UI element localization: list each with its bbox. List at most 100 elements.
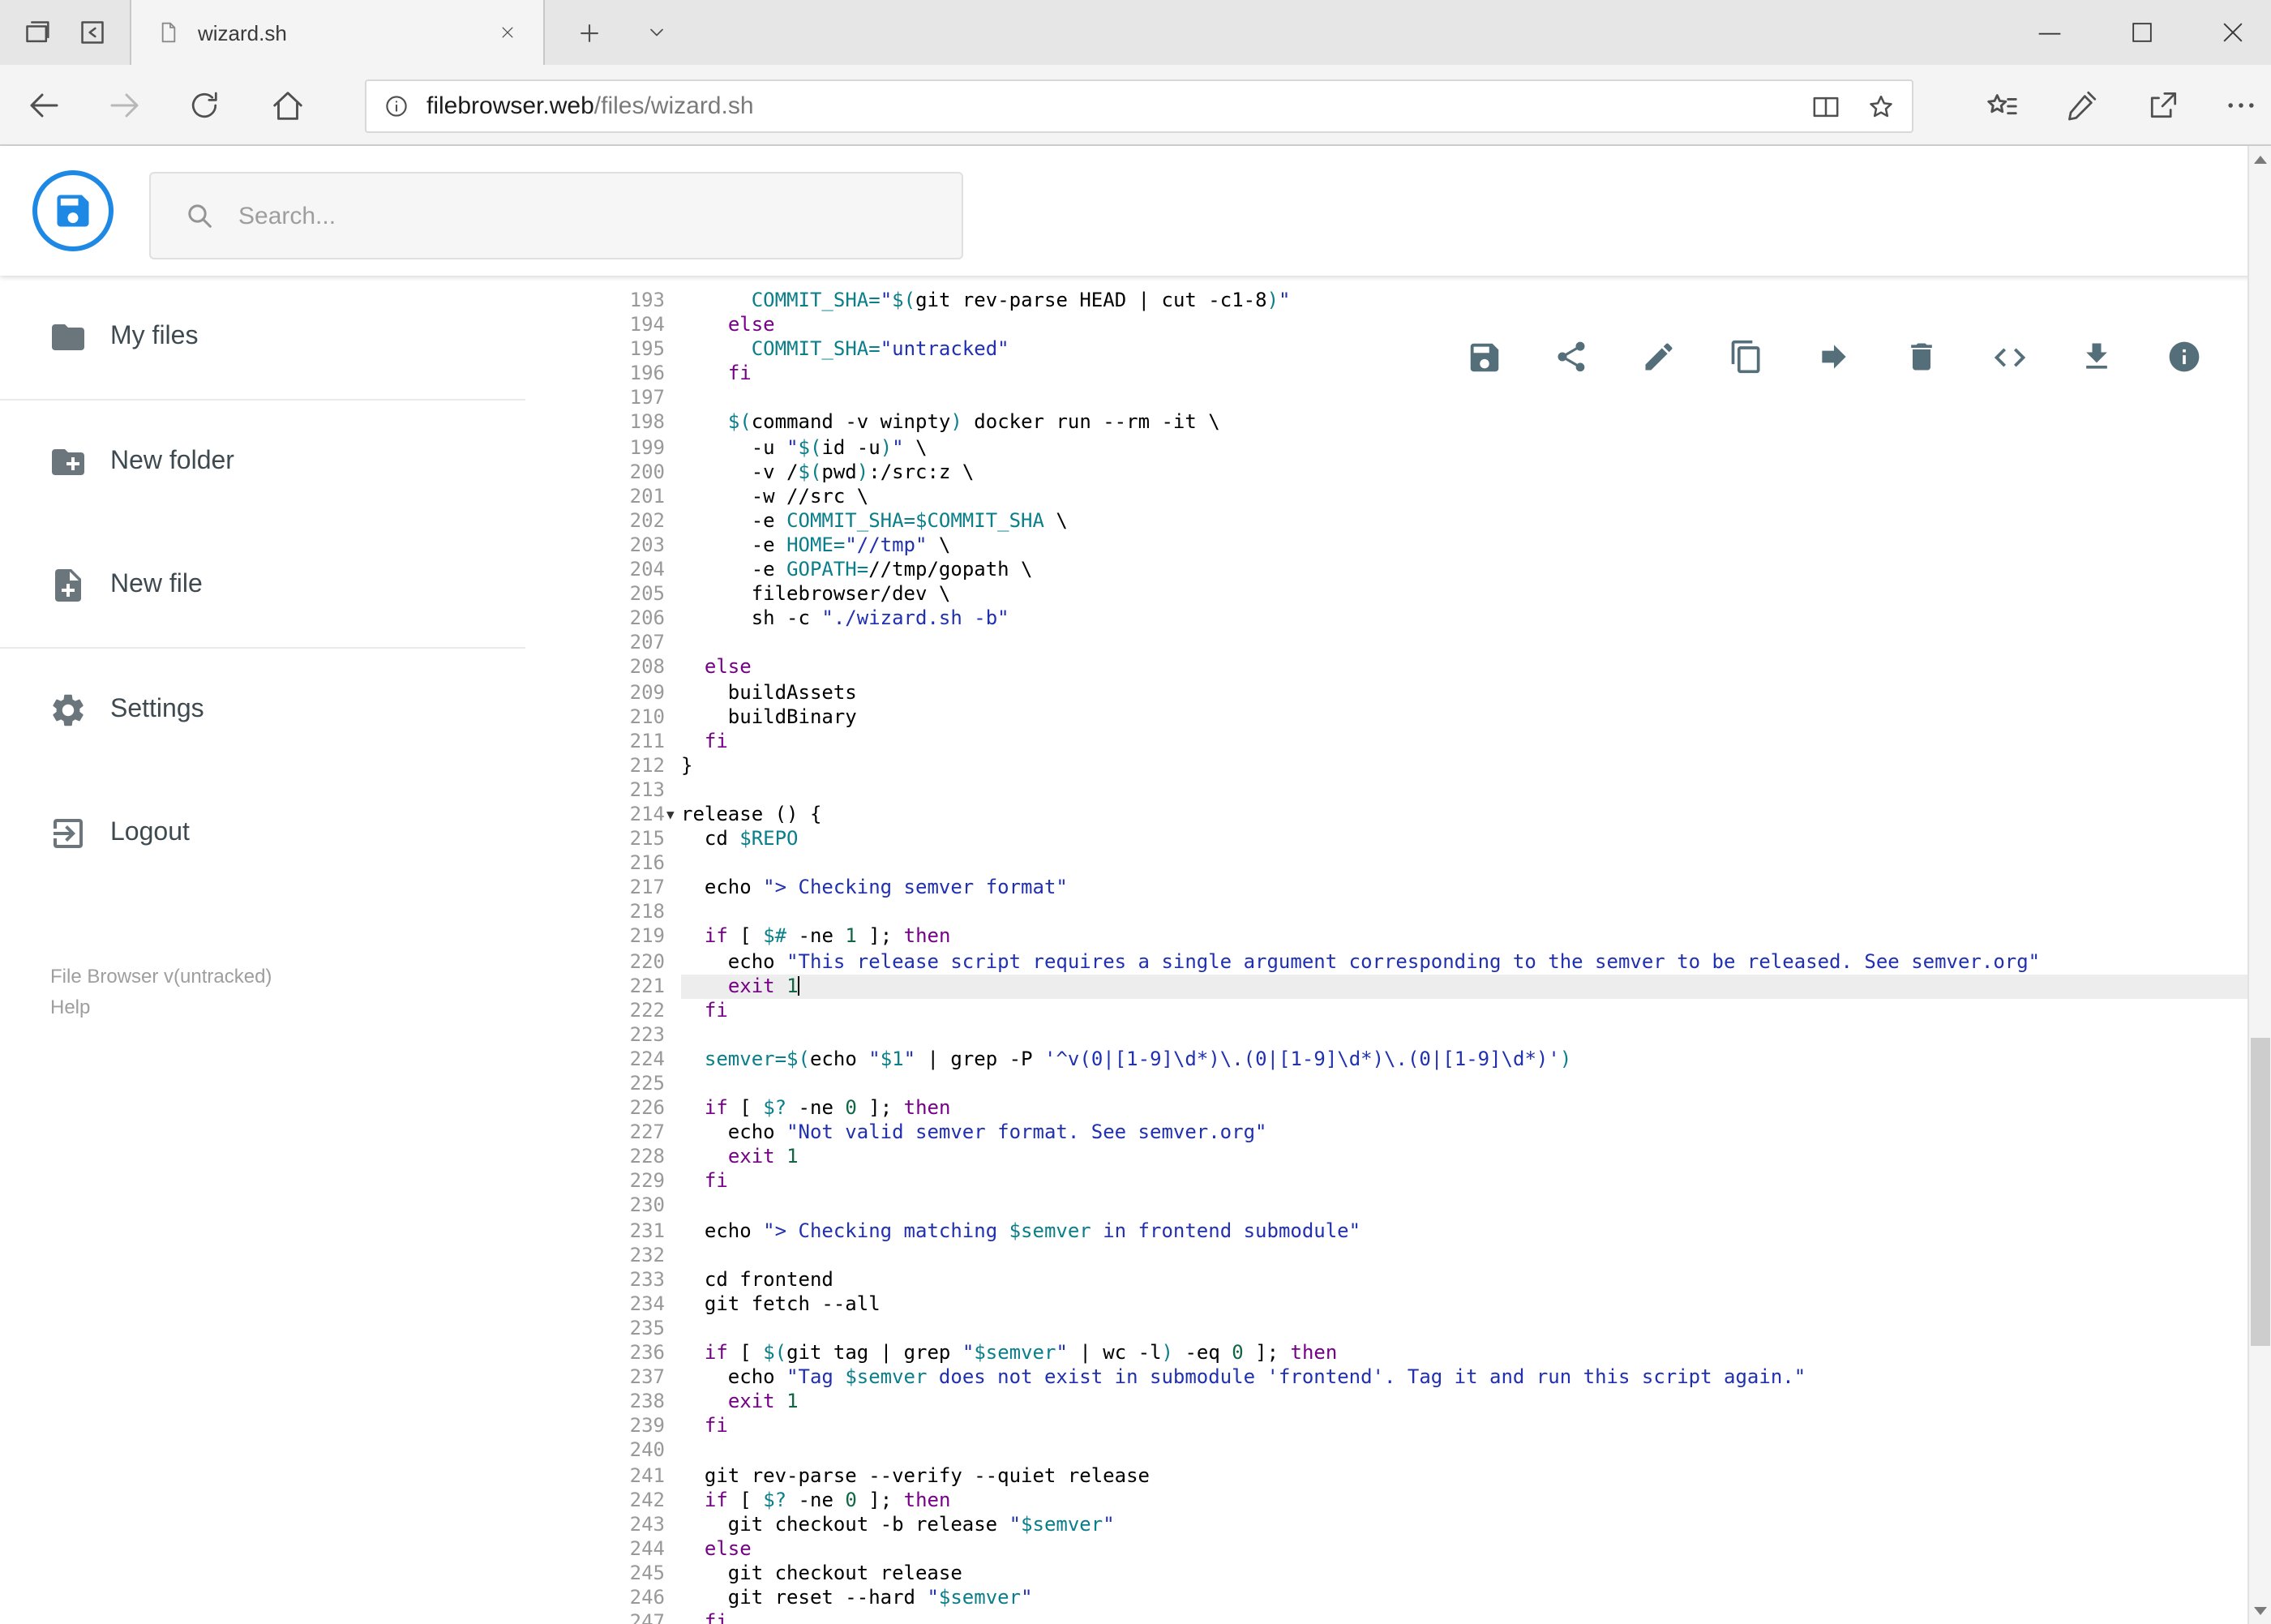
- share-file-button[interactable]: [1552, 337, 1591, 376]
- code-line[interactable]: 197: [584, 387, 2247, 411]
- code-line[interactable]: 240: [584, 1439, 2247, 1463]
- tab-list-chevron-icon[interactable]: [636, 11, 678, 54]
- scroll-up-arrow-icon[interactable]: [2254, 156, 2267, 164]
- save-button[interactable]: [1464, 337, 1503, 376]
- code-line[interactable]: 198 $(command -v winpty) docker run --rm…: [584, 411, 2247, 435]
- filebrowser-logo[interactable]: [32, 170, 114, 251]
- code-line[interactable]: 207: [584, 632, 2247, 656]
- code-line[interactable]: 194 else: [584, 313, 2247, 337]
- code-line[interactable]: 244 else: [584, 1537, 2247, 1562]
- code-text: buildAssets: [681, 680, 857, 703]
- code-line[interactable]: 222 fi: [584, 998, 2247, 1022]
- back-button[interactable]: [18, 79, 70, 131]
- code-line[interactable]: 203 -e HOME="//tmp" \: [584, 533, 2247, 558]
- code-line[interactable]: 234 git fetch --all: [584, 1292, 2247, 1317]
- minimize-button[interactable]: [2012, 0, 2087, 65]
- code-line[interactable]: 246 git reset --hard "$semver": [584, 1586, 2247, 1610]
- code-line[interactable]: 200 -v /$(pwd):/src:z \: [584, 460, 2247, 484]
- code-line[interactable]: 224 semver=$(echo "$1" | grep -P '^v(0|[…: [584, 1048, 2247, 1072]
- code-line[interactable]: 211 fi: [584, 729, 2247, 753]
- code-line[interactable]: 215 cd $REPO: [584, 827, 2247, 851]
- code-line[interactable]: 229 fi: [584, 1170, 2247, 1194]
- scroll-down-arrow-icon[interactable]: [2254, 1606, 2267, 1614]
- code-line[interactable]: 214 ▼ release () {: [584, 803, 2247, 827]
- forward-button[interactable]: [99, 79, 151, 131]
- code-line[interactable]: 228 exit 1: [584, 1146, 2247, 1170]
- code-line[interactable]: 237 echo "Tag $semver does not exist in …: [584, 1365, 2247, 1390]
- code-line[interactable]: 235: [584, 1317, 2247, 1341]
- refresh-button[interactable]: [178, 79, 230, 131]
- site-info-icon[interactable]: [383, 92, 410, 119]
- code-line[interactable]: 242 if [ $? -ne 0 ]; then: [584, 1488, 2247, 1512]
- code-line[interactable]: 221 exit 1: [584, 974, 2247, 999]
- code-line[interactable]: 236 if [ $(git tag | grep "$semver" | wc…: [584, 1341, 2247, 1365]
- fold-marker-icon[interactable]: ▼: [666, 803, 675, 827]
- tab-preview-icon[interactable]: [71, 11, 114, 54]
- code-line[interactable]: 216: [584, 851, 2247, 876]
- address-bar[interactable]: filebrowser.web/files/wizard.sh: [365, 79, 1913, 132]
- code-line[interactable]: 212}: [584, 754, 2247, 778]
- code-line[interactable]: 205 filebrowser/dev \: [584, 582, 2247, 606]
- code-line[interactable]: 193 COMMIT_SHA="$(git rev-parse HEAD | c…: [584, 289, 2247, 313]
- hub-favorites-icon[interactable]: [1975, 79, 2027, 131]
- search-bar[interactable]: [149, 172, 963, 259]
- code-line[interactable]: 209 buildAssets: [584, 680, 2247, 705]
- sidebar-item-new-file[interactable]: New file: [0, 524, 525, 647]
- code-line[interactable]: 239 fi: [584, 1415, 2247, 1439]
- sidebar-item-settings[interactable]: Settings: [0, 649, 525, 772]
- browser-tab[interactable]: wizard.sh: [130, 0, 545, 65]
- share-icon[interactable]: [2137, 79, 2189, 131]
- code-line[interactable]: 202 -e COMMIT_SHA=$COMMIT_SHA \: [584, 509, 2247, 533]
- search-input[interactable]: [238, 202, 919, 229]
- sidebar-item-new-folder[interactable]: New folder: [0, 401, 525, 524]
- code-line[interactable]: 206 sh -c "./wizard.sh -b": [584, 606, 2247, 631]
- rename-button[interactable]: [1639, 337, 1678, 376]
- code-line[interactable]: 226 if [ $? -ne 0 ]; then: [584, 1096, 2247, 1121]
- code-line[interactable]: 219 if [ $# -ne 1 ]; then: [584, 925, 2247, 949]
- code-line[interactable]: 213: [584, 778, 2247, 803]
- code-line[interactable]: 204 -e GOPATH=//tmp/gopath \: [584, 558, 2247, 582]
- help-link[interactable]: Help: [50, 992, 272, 1023]
- set-tabs-aside-icon[interactable]: [16, 11, 58, 54]
- delete-button[interactable]: [1902, 337, 1941, 376]
- code-text: echo "This release script requires a sin…: [681, 949, 2041, 973]
- home-button[interactable]: [261, 79, 313, 131]
- code-line[interactable]: 231 echo "> Checking matching $semver in…: [584, 1219, 2247, 1243]
- code-editor[interactable]: 193 COMMIT_SHA="$(git rev-parse HEAD | c…: [584, 276, 2247, 1624]
- scrollbar-thumb[interactable]: [2251, 1038, 2270, 1346]
- more-options-icon[interactable]: [2215, 79, 2267, 131]
- code-line[interactable]: 217 echo "> Checking semver format": [584, 876, 2247, 901]
- move-button[interactable]: [1815, 337, 1853, 376]
- info-button[interactable]: [2165, 337, 2204, 376]
- sidebar-item-my-files[interactable]: My files: [0, 276, 525, 399]
- code-line[interactable]: 210 buildBinary: [584, 705, 2247, 729]
- code-line[interactable]: 208 else: [584, 656, 2247, 680]
- download-button[interactable]: [2077, 337, 2116, 376]
- maximize-button[interactable]: [2105, 0, 2179, 65]
- code-line[interactable]: 245 git checkout release: [584, 1562, 2247, 1586]
- web-note-pen-icon[interactable]: [2056, 79, 2108, 131]
- tab-close-icon[interactable]: [491, 16, 524, 49]
- new-tab-button[interactable]: [568, 11, 610, 54]
- code-line[interactable]: 247 fi: [584, 1610, 2247, 1624]
- copy-button[interactable]: [1727, 337, 1766, 376]
- code-line[interactable]: 199 -u "$(id -u)" \: [584, 435, 2247, 460]
- code-line[interactable]: 238 exit 1: [584, 1390, 2247, 1414]
- reading-view-icon[interactable]: [1808, 88, 1844, 124]
- code-line[interactable]: 223: [584, 1023, 2247, 1048]
- code-line[interactable]: 227 echo "Not valid semver format. See s…: [584, 1121, 2247, 1145]
- code-line[interactable]: 220 echo "This release script requires a…: [584, 949, 2247, 974]
- code-line[interactable]: 201 -w //src \: [584, 485, 2247, 509]
- code-line[interactable]: 225: [584, 1072, 2247, 1096]
- page-scrollbar[interactable]: [2247, 146, 2271, 1624]
- code-line[interactable]: 230: [584, 1194, 2247, 1219]
- sidebar-item-logout[interactable]: Logout: [0, 772, 525, 895]
- close-button[interactable]: [2196, 0, 2270, 65]
- code-line[interactable]: 218: [584, 901, 2247, 925]
- code-line[interactable]: 232: [584, 1243, 2247, 1267]
- code-line[interactable]: 243 git checkout -b release "$semver": [584, 1512, 2247, 1536]
- code-line[interactable]: 241 git rev-parse --verify --quiet relea…: [584, 1463, 2247, 1488]
- code-line[interactable]: 233 cd frontend: [584, 1268, 2247, 1292]
- view-source-button[interactable]: [1990, 337, 2029, 376]
- add-favorite-star-icon[interactable]: [1863, 88, 1899, 124]
